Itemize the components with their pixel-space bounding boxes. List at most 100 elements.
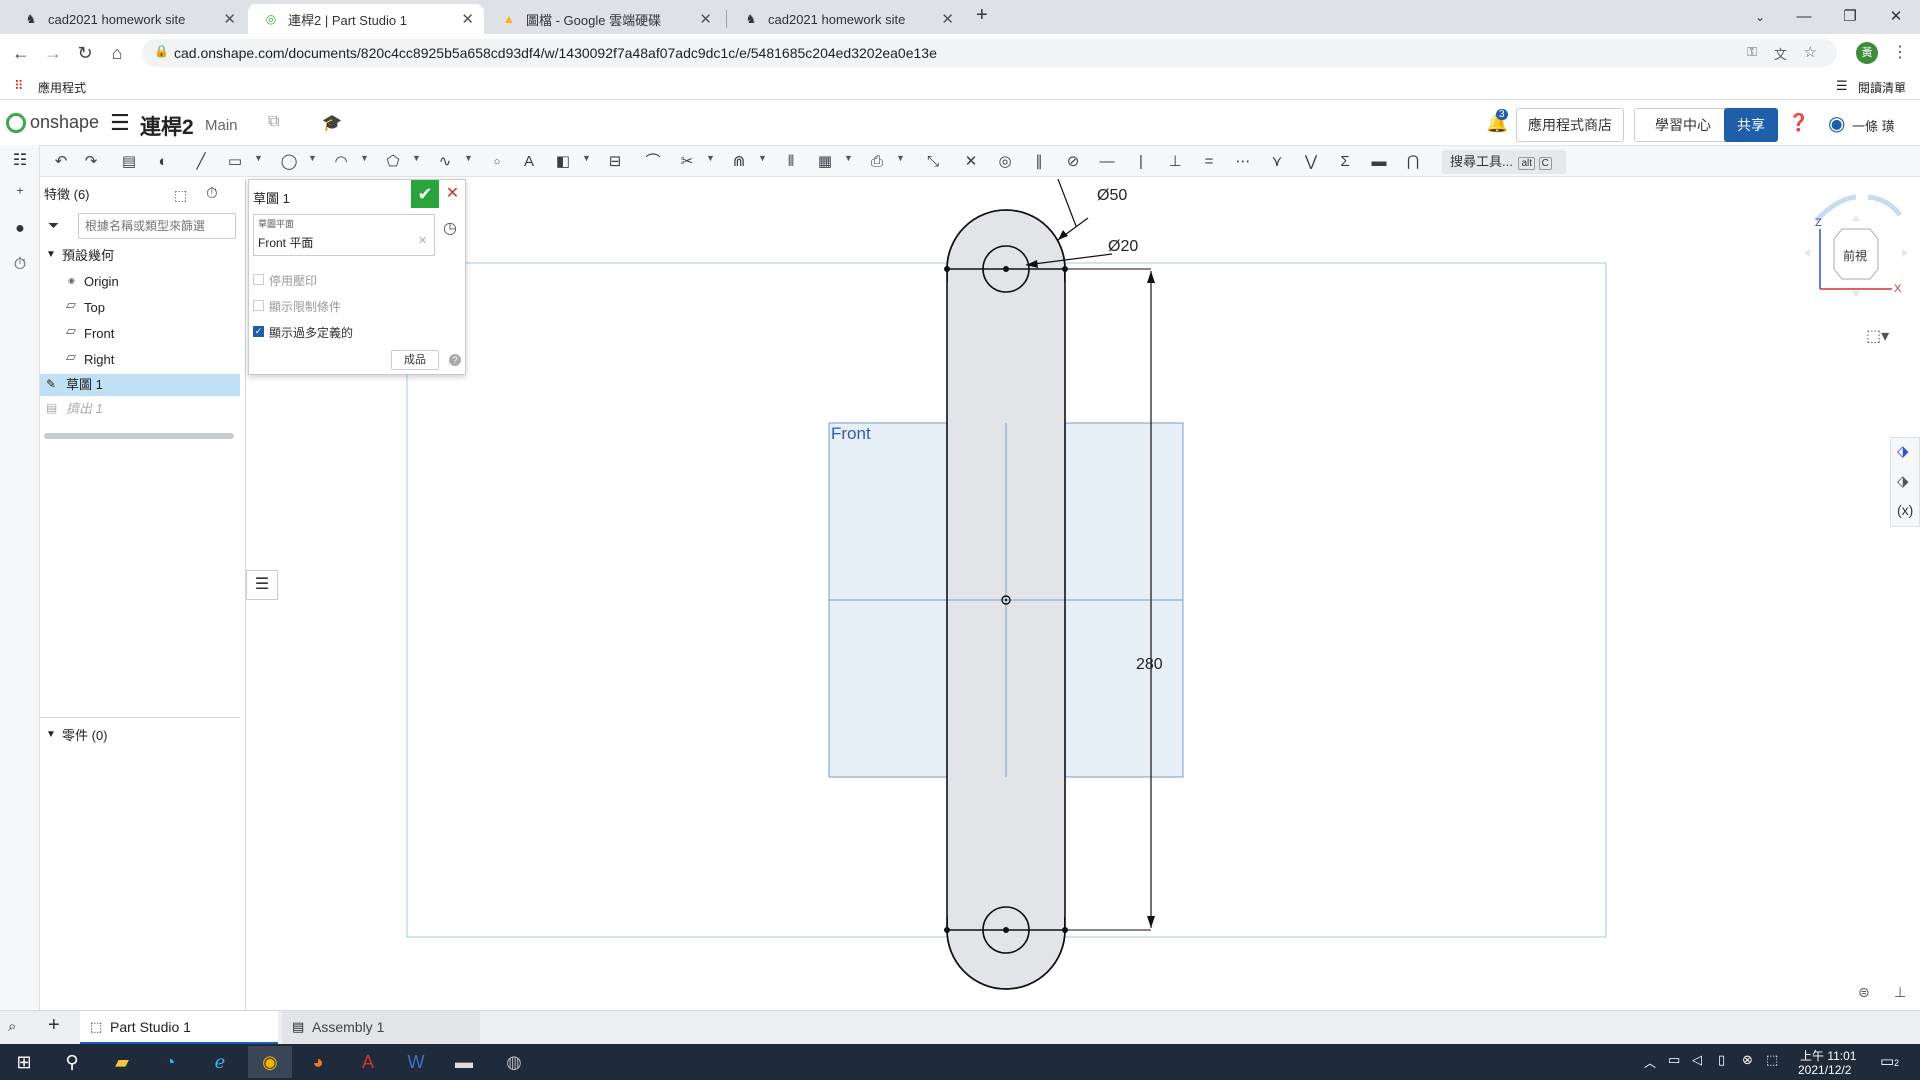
add-feature-icon[interactable]: ⁺ — [8, 183, 32, 207]
home-icon[interactable]: ⌂ — [104, 40, 130, 66]
undo-icon[interactable]: ↶ — [50, 151, 72, 173]
feature-list-icon[interactable]: ☷ — [8, 149, 32, 173]
list-toggle-icon[interactable]: ☰ — [246, 570, 278, 600]
education-cap-icon[interactable]: 🎓 — [322, 113, 342, 133]
translate-icon[interactable]: 文 — [1774, 44, 1787, 63]
tab-part-studio[interactable]: ⬚ Part Studio 1 — [80, 1011, 278, 1044]
disable-imprint-checkbox[interactable] — [253, 274, 264, 285]
forward-icon[interactable]: → — [40, 40, 66, 66]
help-icon[interactable]: ? — [449, 354, 461, 366]
copy-document-icon[interactable]: ⧉ — [268, 113, 279, 131]
comments-icon[interactable]: ● — [8, 217, 32, 241]
measure-icon[interactable]: ⊜ — [1858, 984, 1870, 1001]
tangent-icon[interactable]: ⊘ — [1062, 151, 1084, 173]
usb-icon[interactable]: ▯ — [1718, 1052, 1725, 1068]
use-edges-icon[interactable]: ◐ — [152, 151, 174, 173]
action-center-icon[interactable]: ▭ — [1880, 1052, 1894, 1070]
mirror-icon[interactable]: ⫴ — [780, 151, 802, 173]
vertical-icon[interactable]: | — [1130, 151, 1152, 173]
brand-name[interactable]: onshape — [30, 112, 99, 133]
text-tool-icon[interactable]: A — [518, 151, 540, 173]
redo-icon[interactable]: ↷ — [80, 151, 102, 173]
feature-item-origin[interactable]: Origin — [84, 271, 119, 293]
search-tools-button[interactable]: 搜尋工具... alt C — [1442, 150, 1566, 174]
feature-item-right[interactable]: Right — [84, 349, 114, 371]
address-bar[interactable]: 🔒 cad.onshape.com/documents/820c4cc8925b… — [142, 39, 1837, 67]
rectangle-tool-icon[interactable]: ▭ — [224, 151, 246, 173]
browser-tab[interactable]: ♞ cad2021 homework site ✕ — [8, 4, 246, 34]
history-icon[interactable]: ⏱ — [8, 253, 32, 277]
parallel-icon[interactable]: ∥ — [1028, 151, 1050, 173]
show-constraints-checkbox[interactable] — [253, 300, 264, 311]
mass-properties-icon[interactable]: ⬗ — [1897, 472, 1909, 490]
app-store-button[interactable]: 應用程式商店 — [1516, 108, 1624, 142]
graphics-canvas[interactable]: Ø50 Ø20 280 Front Z X 前視 ⬚▾ ⬗ ⬗ (x) ⊜ ⊥ … — [246, 179, 1920, 1010]
finish-button[interactable]: 成品 — [391, 350, 439, 370]
ie-icon[interactable]: ℯ — [198, 1046, 242, 1078]
new-tab-icon[interactable]: + — [976, 4, 988, 27]
branch-name[interactable]: Main — [205, 117, 238, 134]
apps-grid-icon[interactable]: ⠿ — [14, 78, 24, 94]
app-sphere-icon[interactable]: ◍ — [492, 1046, 536, 1078]
learning-center-button[interactable]: 學習中心 — [1634, 108, 1732, 142]
volume-icon[interactable]: ◁ — [1692, 1052, 1702, 1068]
firefox-icon[interactable]: ◕ — [296, 1046, 340, 1078]
equal-icon[interactable]: = — [1198, 151, 1220, 173]
coincident-icon[interactable]: ✕ — [960, 151, 982, 173]
clipboard-icon[interactable]: ▤ — [118, 151, 140, 173]
feature-item-front[interactable]: Front — [84, 323, 114, 345]
view-mode-icon[interactable]: ⬚▾ — [1866, 326, 1889, 346]
share-button[interactable]: 共享 — [1724, 108, 1778, 142]
rollback-bar[interactable] — [44, 433, 234, 439]
close-icon[interactable]: ✕ — [461, 10, 474, 28]
dimension-icon[interactable]: ⤡ — [922, 151, 944, 173]
windows-start-icon[interactable]: ⊞ — [2, 1046, 46, 1078]
reading-list[interactable]: 閱讀清單 — [1858, 79, 1906, 96]
clock-icon[interactable]: ◷ — [443, 218, 457, 238]
appearance-icon[interactable]: ⬗ — [1897, 442, 1909, 460]
tray-chevron-icon[interactable]: ︿ — [1644, 1054, 1656, 1071]
search-icon[interactable]: ⚲ — [50, 1046, 94, 1078]
onshape-logo-icon[interactable] — [6, 113, 26, 133]
midpoint-icon[interactable]: ⋯ — [1232, 151, 1254, 173]
browser-tab[interactable]: ♞ cad2021 homework site ✕ — [728, 4, 964, 34]
view-cube-face-label[interactable]: 前視 — [1843, 247, 1867, 264]
file-explorer-icon[interactable]: ▰ — [100, 1046, 144, 1078]
spline-tool-icon[interactable]: ∿ — [434, 151, 456, 173]
back-icon[interactable]: ← — [8, 40, 34, 66]
pierce-icon[interactable]: ⋁ — [1300, 151, 1322, 173]
tab-search-icon[interactable]: ⌄ — [1740, 4, 1780, 30]
curvature-icon[interactable]: ⋂ — [1402, 151, 1424, 173]
dimension-outer-diameter[interactable]: Ø50 — [1097, 187, 1127, 205]
extend-icon[interactable]: ⋒ — [728, 151, 750, 173]
normal-icon[interactable]: ⋎ — [1266, 151, 1288, 173]
section-view-icon[interactable]: ⊥ — [1894, 984, 1906, 1001]
dimension-length[interactable]: 280 — [1136, 656, 1163, 674]
chevron-down-icon[interactable]: ▼ — [46, 729, 56, 740]
parts-group[interactable]: 零件 (0) — [62, 725, 108, 747]
key-icon[interactable]: ⚿ — [1747, 44, 1757, 60]
document-title[interactable]: 連桿2 — [140, 111, 194, 141]
pattern-icon[interactable]: ▦ — [814, 151, 836, 173]
line-tool-icon[interactable]: ╱ — [190, 151, 212, 173]
bookmark-apps[interactable]: 應用程式 — [38, 79, 86, 96]
browser-tab-active[interactable]: ◎ 連桿2 | Part Studio 1 ✕ — [248, 4, 484, 34]
acrobat-icon[interactable]: A — [346, 1046, 390, 1078]
star-icon[interactable]: ☆ — [1804, 43, 1817, 61]
user-name[interactable]: 一條 璜 — [1852, 116, 1895, 135]
dxf-import-icon[interactable]: ⎙ — [866, 151, 888, 173]
menu-kebab-icon[interactable]: ⋮ — [1892, 42, 1908, 62]
sketch-viewport[interactable] — [246, 179, 1920, 1010]
feature-item-top[interactable]: Top — [84, 297, 105, 319]
hamburger-menu-icon[interactable]: ☰ — [110, 110, 130, 136]
profile-avatar[interactable]: 黃 — [1856, 42, 1878, 64]
offset-icon[interactable]: ⊟ — [604, 151, 626, 173]
chrome-icon[interactable]: ◉ — [248, 1046, 292, 1078]
filter-icon[interactable]: ⏷ — [48, 217, 59, 234]
ime-icon[interactable]: ⬚ — [1766, 1052, 1778, 1068]
user-avatar-icon[interactable]: ◉ — [1828, 111, 1845, 136]
feature-item-sketch1[interactable]: ✎ 草圖 1 — [40, 374, 240, 396]
symmetric-icon[interactable]: Σ — [1334, 151, 1356, 173]
tab-assembly[interactable]: ▤ Assembly 1 — [282, 1011, 480, 1044]
reload-icon[interactable]: ↻ — [72, 40, 98, 66]
